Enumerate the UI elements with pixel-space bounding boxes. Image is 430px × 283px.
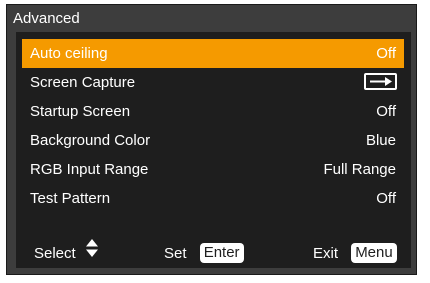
- menu-title: Advanced: [13, 10, 80, 27]
- menu-item-label: Startup Screen: [30, 103, 131, 120]
- menu-panel: Auto ceiling Off Screen Capture Startup …: [16, 32, 411, 268]
- enter-arrow-icon: [364, 73, 397, 90]
- menu-footer: Select Set Enter Exit Menu: [16, 238, 411, 268]
- menu-item-rgb-input-range[interactable]: RGB Input Range Full Range: [22, 155, 404, 184]
- menu-item-screen-capture[interactable]: Screen Capture: [22, 68, 404, 97]
- menu-item-label: Background Color: [30, 132, 151, 149]
- menu-item-background-color[interactable]: Background Color Blue: [22, 126, 404, 155]
- menu-item-value: Off: [376, 45, 396, 62]
- menu-item-label: Auto ceiling: [30, 45, 108, 62]
- footer-set-hint: Set Enter: [164, 240, 244, 268]
- menu-item-value: Blue: [365, 132, 396, 149]
- menu-item-value: Off: [376, 103, 396, 120]
- osd-menu-window: Advanced Auto ceiling Off Screen Capture…: [6, 4, 417, 275]
- enter-key-badge: Enter: [199, 243, 244, 264]
- menu-item-label: Test Pattern: [30, 190, 111, 207]
- footer-select-label: Select: [34, 245, 76, 262]
- menu-item-label: Screen Capture: [30, 74, 136, 91]
- menu-item-startup-screen[interactable]: Startup Screen Off: [22, 97, 404, 126]
- menu-item-value: Full Range: [323, 161, 396, 178]
- menu-item-test-pattern[interactable]: Test Pattern Off: [22, 184, 404, 213]
- up-down-triangle-icon: [85, 238, 98, 267]
- footer-select-hint: Select: [34, 238, 98, 268]
- menu-item-label: RGB Input Range: [30, 161, 149, 178]
- menu-item-auto-ceiling[interactable]: Auto ceiling Off: [22, 39, 404, 68]
- menu-key-badge: Menu: [351, 243, 397, 264]
- menu-item-value: Off: [376, 190, 396, 207]
- footer-exit-hint: Exit Menu: [313, 240, 397, 268]
- footer-set-label: Set: [164, 245, 187, 262]
- footer-exit-label: Exit: [313, 245, 339, 262]
